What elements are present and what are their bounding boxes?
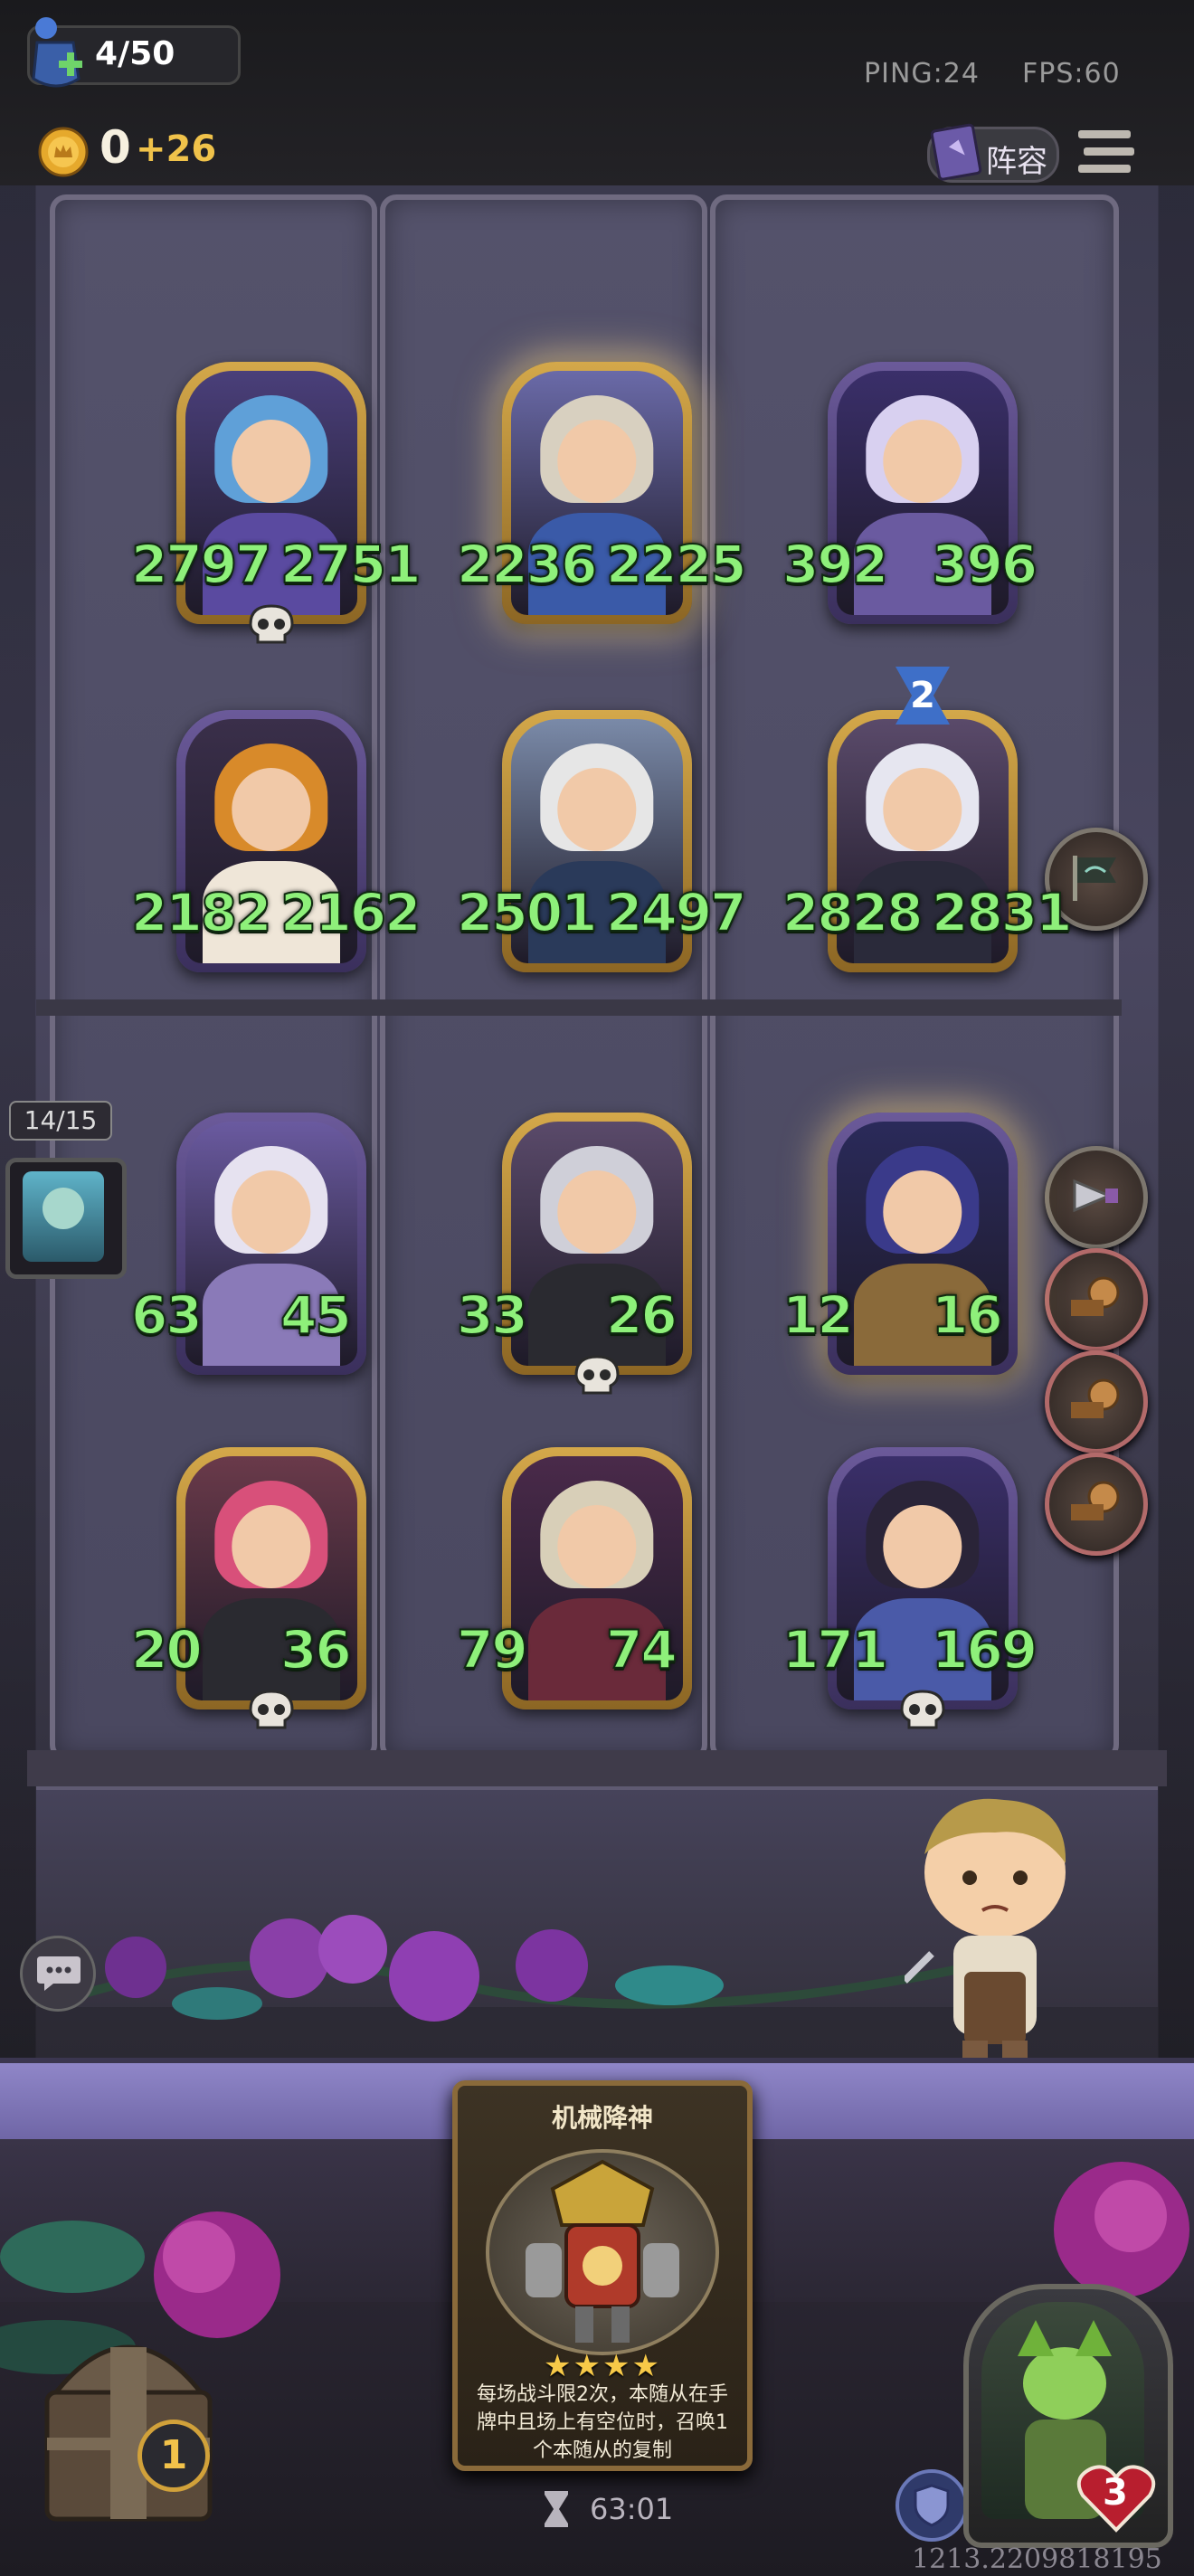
unit-attack: 2828 [782,881,924,944]
unit-attack: 2797 [130,533,272,596]
unit-level-badge: 2 [896,667,950,724]
gold-income: +26 [136,128,217,170]
deathrattle-skull-icon [247,1690,296,1731]
mech-god-icon [526,2159,679,2343]
unit-health: 2497 [605,881,747,944]
unit-attack: 63 [130,1283,204,1347]
unit-attack: 2236 [456,533,598,596]
hero-portrait[interactable]: 3 [963,2284,1173,2548]
hamburger-icon [1075,125,1138,179]
book-icon [930,122,984,182]
unit-health: 16 [931,1283,1004,1347]
shield-button[interactable] [896,2469,968,2542]
unit-attack: 20 [130,1618,204,1681]
card-title: 机械降神 [551,2103,653,2133]
chest-count-badge: 1 [137,2420,210,2492]
unit-health: 2751 [280,533,422,596]
hero-health-badge: 3 [1076,2461,1157,2533]
card-star-rating: ★★★★ [544,2348,661,2384]
unit-health: 2162 [280,881,422,944]
unit-health: 169 [931,1618,1038,1681]
unit-attack: 2501 [456,881,598,944]
treasure-chest-button[interactable]: 1 [20,2311,237,2533]
unit-health: 396 [931,533,1038,596]
battle-board: 14/15 2797 2751 2236 2225 392 396 2182 2162 2501… [0,185,1194,2104]
menu-button[interactable] [1075,125,1138,179]
potion-icon [24,15,88,91]
unit-grid: 2797 2751 2236 2225 392 396 2182 2162 2501 2497 28… [0,185,1194,2058]
population-panel: 4/50 [27,17,241,88]
unit-attack: 12 [782,1283,855,1347]
player-id: 1213.2209818195 [912,2543,1162,2575]
unit-attack: 33 [456,1283,529,1347]
unit-attack: 2182 [130,881,272,944]
card-art [486,2149,719,2355]
top-hud: 4/50 PING:24 FPS:60 0 +26 阵容 [0,0,1194,189]
deathrattle-skull-icon [573,1355,621,1397]
ping-text: PING:24 [864,58,980,90]
unit-health: 26 [605,1283,678,1347]
hero-health: 3 [1103,2472,1128,2514]
lineup-label: 阵容 [986,144,1047,180]
hourglass-icon [543,2489,570,2529]
fps-text: FPS:60 [1022,58,1121,90]
unit-health: 2225 [605,533,747,596]
chest-count: 1 [159,2432,188,2478]
card-tooltip[interactable]: 机械降神 ★★★★ 每场战斗限2次，本随从在手牌中且场上有空位时，召唤1个本随从… [452,2080,753,2471]
population-text: 4/50 [95,35,175,72]
unit-health: 2831 [931,881,1073,944]
deathrattle-skull-icon [247,604,296,646]
unit-attack: 79 [456,1618,529,1681]
card-description: 每场战斗限2次，本随从在手牌中且场上有空位时，召唤1个本随从的复制 [477,2383,728,2462]
unit-health: 74 [605,1618,678,1681]
unit-level-number: 2 [910,675,935,716]
deathrattle-skull-icon [898,1690,947,1731]
round-timer: 63:01 [590,2492,674,2526]
unit-attack: 392 [782,533,889,596]
unit-health: 45 [280,1283,353,1347]
unit-health: 36 [280,1618,353,1681]
lineup-button[interactable]: 阵容 [927,123,1059,183]
gold-coin-icon [38,127,89,177]
shield-icon [912,2484,952,2527]
unit-attack: 171 [782,1618,889,1681]
gold-amount: 0 [100,121,131,174]
